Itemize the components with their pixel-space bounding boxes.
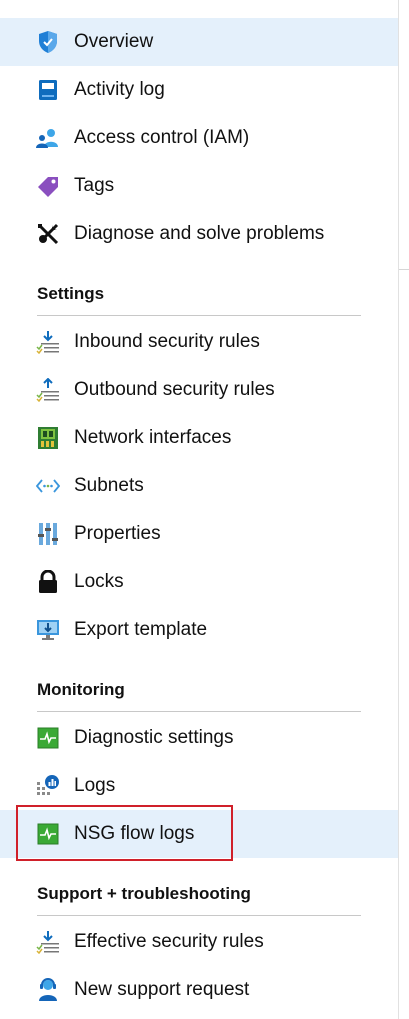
wrench-icon <box>36 222 60 246</box>
pulse-icon <box>36 726 60 750</box>
book-icon <box>36 78 60 102</box>
nav-item-diagnostic-settings[interactable]: Diagnostic settings <box>0 714 398 762</box>
nav-item-effective-rules[interactable]: Effective security rules <box>0 918 398 966</box>
people-icon <box>36 126 60 150</box>
monitor-download-icon <box>36 618 60 642</box>
highlight-annotation <box>16 805 233 861</box>
logs-icon <box>36 774 60 798</box>
nav-item-outbound-rules[interactable]: Outbound security rules <box>0 366 398 414</box>
section-divider <box>37 915 361 916</box>
nav-item-label: Logs <box>74 775 116 796</box>
outbound-rules-icon <box>36 378 60 402</box>
nav-item-support-request[interactable]: New support request <box>0 966 398 1014</box>
nav-item-label: Activity log <box>74 79 165 100</box>
subnet-icon <box>36 474 60 498</box>
nav-item-overview[interactable]: Overview <box>0 18 398 66</box>
inbound-rules-icon <box>36 330 60 354</box>
nav-item-network-interfaces[interactable]: Network interfaces <box>0 414 398 462</box>
network-card-icon <box>36 426 60 450</box>
nav-item-label: Diagnose and solve problems <box>74 223 325 244</box>
nav-item-label: Locks <box>74 571 124 592</box>
nav-item-logs[interactable]: Logs <box>0 762 398 810</box>
nav-item-label: Properties <box>74 523 161 544</box>
nav-item-properties[interactable]: Properties <box>0 510 398 558</box>
nav-item-label: Tags <box>74 175 115 196</box>
section-divider <box>37 315 361 316</box>
nav-item-activity-log[interactable]: Activity log <box>0 66 398 114</box>
resource-menu: Overview Activity log Access control (IA… <box>0 0 398 1019</box>
nav-item-subnets[interactable]: Subnets <box>0 462 398 510</box>
nav-item-label: Overview <box>74 31 154 52</box>
nav-item-label: Diagnostic settings <box>74 727 234 748</box>
nav-item-export-template[interactable]: Export template <box>0 606 398 654</box>
nav-item-label: Inbound security rules <box>74 331 260 352</box>
nav-item-access-control[interactable]: Access control (IAM) <box>0 114 398 162</box>
nav-item-label: New support request <box>74 979 250 1000</box>
support-person-icon <box>36 978 60 1002</box>
content-divider-stub <box>399 269 409 270</box>
section-header-support: Support + troubleshooting <box>37 884 251 903</box>
lock-icon <box>36 570 60 594</box>
section-divider <box>37 711 361 712</box>
section-header-monitoring: Monitoring <box>37 680 125 699</box>
sliders-icon <box>36 522 60 546</box>
tag-icon <box>36 174 60 198</box>
nav-item-locks[interactable]: Locks <box>0 558 398 606</box>
nav-item-label: Subnets <box>74 475 144 496</box>
nav-item-label: Outbound security rules <box>74 379 275 400</box>
shield-icon <box>36 30 60 54</box>
section-header-settings: Settings <box>37 284 105 303</box>
panel-divider <box>398 0 399 1019</box>
nav-item-label: Access control (IAM) <box>74 127 250 148</box>
nav-item-label: Export template <box>74 619 208 640</box>
nav-item-label: Network interfaces <box>74 427 232 448</box>
nav-item-inbound-rules[interactable]: Inbound security rules <box>0 318 398 366</box>
nav-item-tags[interactable]: Tags <box>0 162 398 210</box>
nav-item-diagnose[interactable]: Diagnose and solve problems <box>0 210 398 258</box>
nav-item-label: Effective security rules <box>74 931 264 952</box>
inbound-rules-icon <box>36 930 60 954</box>
